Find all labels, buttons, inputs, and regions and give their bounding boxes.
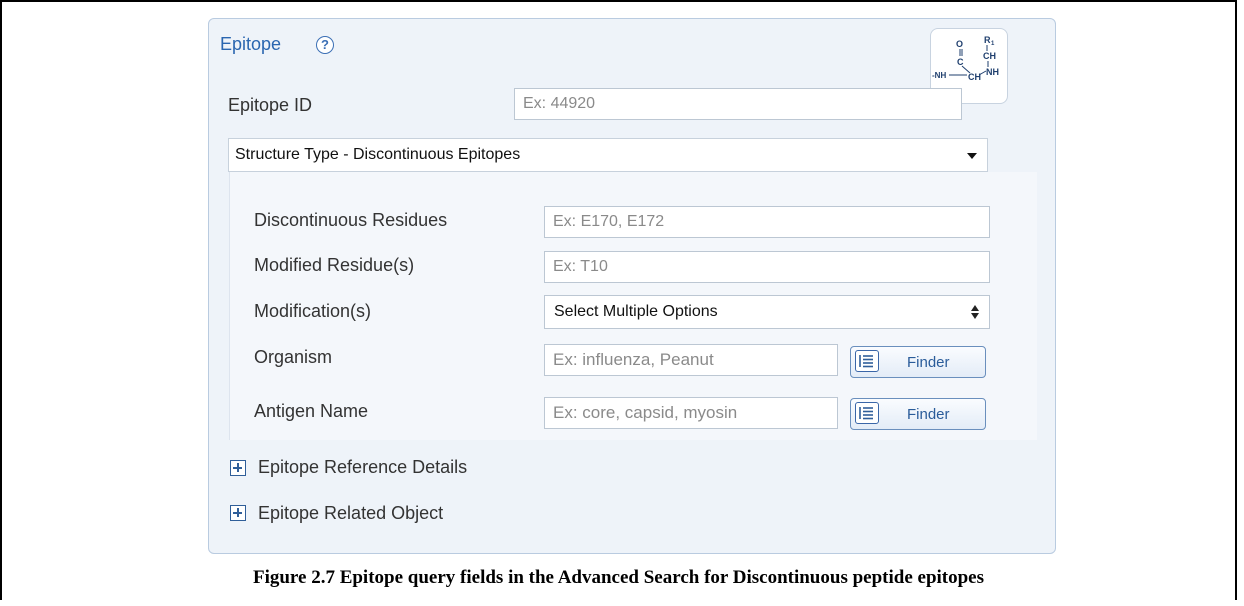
expand-plus-icon (230, 505, 246, 521)
epitope-id-label: Epitope ID (228, 95, 313, 115)
svg-text:CH: CH (968, 72, 981, 82)
finder-label: Finder (907, 354, 950, 371)
svg-text:R: R (984, 35, 991, 45)
structure-type-select[interactable]: Structure Type - Discontinuous Epitopes (228, 138, 988, 172)
svg-text:CH: CH (983, 51, 996, 61)
list-icon (855, 350, 879, 372)
organism-finder-button[interactable]: Finder (850, 346, 986, 378)
modified-residues-label: Modified Residue(s) (254, 255, 415, 275)
svg-text:NH: NH (986, 67, 999, 77)
antigen-finder-button[interactable]: Finder (850, 398, 986, 430)
antigen-name-label: Antigen Name (254, 401, 369, 421)
figure-caption: Figure 2.7 Epitope query fields in the A… (252, 567, 985, 588)
modifications-value: Select Multiple Options (554, 303, 718, 320)
expander-label: Epitope Related Object (258, 503, 444, 523)
panel-title: Epitope (220, 34, 282, 54)
svg-text:1: 1 (991, 41, 995, 47)
organism-input[interactable] (544, 344, 838, 376)
epitope-id-input[interactable] (514, 88, 962, 120)
modifications-label: Modification(s) (254, 301, 372, 321)
help-icon[interactable]: ? (316, 36, 334, 54)
expand-plus-icon (230, 460, 246, 476)
svg-text:O: O (956, 39, 963, 49)
list-icon (855, 402, 879, 424)
discontinuous-residues-input[interactable] (544, 206, 990, 238)
up-down-icon (971, 305, 979, 319)
svg-text:C: C (957, 57, 964, 67)
structure-type-value: Structure Type - Discontinuous Epitopes (235, 146, 521, 163)
modified-residues-input[interactable] (544, 251, 990, 283)
antigen-name-input[interactable] (544, 397, 838, 429)
discontinuous-residues-label: Discontinuous Residues (254, 210, 448, 230)
modifications-select[interactable]: Select Multiple Options (544, 295, 990, 329)
svg-text:-NH: -NH (932, 71, 946, 80)
chevron-down-icon (967, 153, 977, 159)
finder-label: Finder (907, 406, 950, 423)
organism-label: Organism (254, 347, 333, 367)
expander-label: Epitope Reference Details (258, 457, 468, 477)
